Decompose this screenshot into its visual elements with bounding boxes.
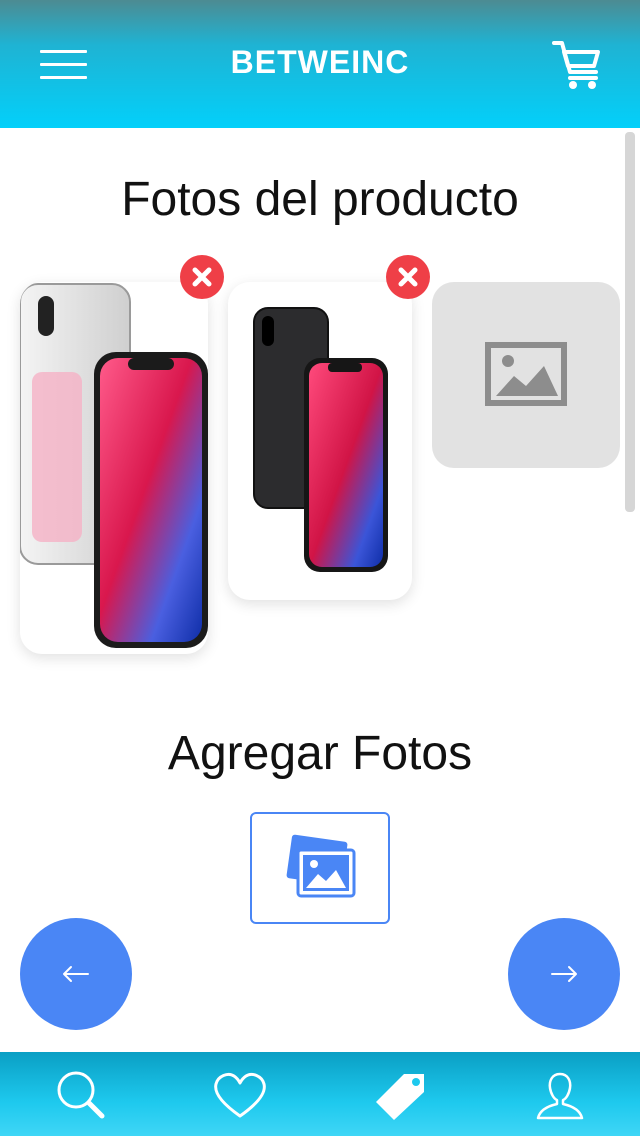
app-title: BETWEINC (230, 44, 410, 80)
tag-icon (376, 1074, 424, 1120)
remove-photo-2-button[interactable] (386, 255, 430, 299)
tab-sell[interactable] (370, 1066, 430, 1126)
cart-button[interactable] (550, 38, 604, 92)
tab-favorites[interactable] (210, 1066, 270, 1126)
product-photo-1[interactable] (20, 282, 208, 654)
tab-profile[interactable] (530, 1066, 590, 1126)
shopping-cart-icon (552, 41, 600, 89)
phone-image-silver (20, 283, 208, 648)
heart-icon (214, 1072, 266, 1118)
tab-search[interactable] (52, 1066, 112, 1126)
product-photos-title: Fotos del producto (121, 173, 519, 226)
add-photos-title: Agregar Fotos (167, 727, 473, 780)
app-header: BETWEINC (0, 0, 640, 128)
phone-image-gray (253, 307, 388, 572)
next-button[interactable] (508, 918, 620, 1030)
add-photos-button[interactable] (250, 812, 390, 924)
close-icon (192, 267, 212, 287)
user-icon (536, 1072, 584, 1120)
remove-photo-1-button[interactable] (180, 255, 224, 299)
product-photo-2[interactable] (228, 282, 412, 600)
search-icon (57, 1071, 105, 1119)
photo-gallery-icon (286, 834, 356, 898)
arrow-left-icon (63, 966, 89, 982)
image-placeholder-icon (485, 342, 567, 406)
close-icon (398, 267, 418, 287)
previous-button[interactable] (20, 918, 132, 1030)
add-photo-placeholder[interactable] (432, 282, 620, 468)
arrow-right-icon (551, 966, 577, 982)
